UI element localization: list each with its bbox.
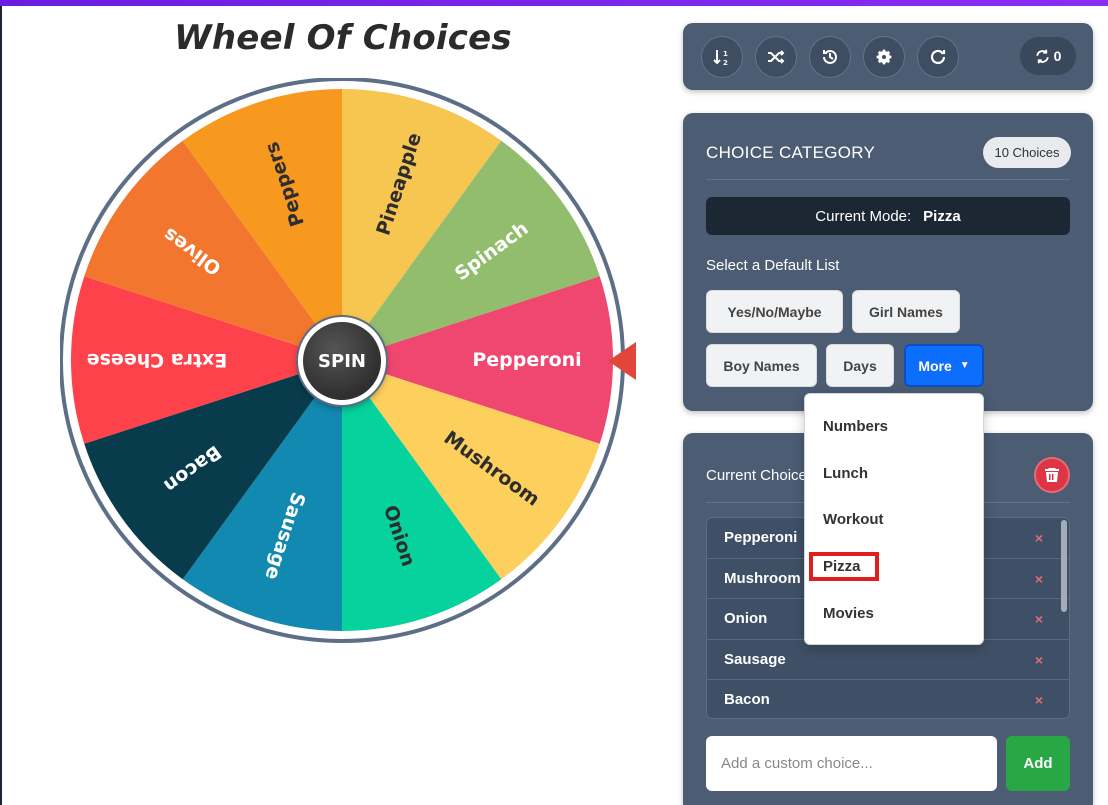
list-item: Bacon × [707, 680, 1069, 718]
toolbar-panel: 1 2 0 [683, 23, 1093, 90]
list-button-boy-names[interactable]: Boy Names [706, 344, 817, 387]
spin-button[interactable]: SPIN [298, 317, 386, 405]
sort-button[interactable]: 1 2 [701, 36, 743, 78]
page-title: Wheel Of Choices [174, 18, 512, 58]
spin-counter: 0 [1020, 37, 1076, 75]
choice-label: Onion [724, 610, 768, 628]
settings-button[interactable] [863, 36, 905, 78]
dropdown-item-lunch[interactable]: Lunch [823, 465, 868, 482]
dropdown-item-pizza[interactable]: Pizza [823, 558, 861, 575]
history-icon [823, 49, 837, 64]
dropdown-item-workout[interactable]: Workout [823, 511, 884, 528]
category-title: CHOICE CATEGORY [706, 143, 876, 162]
remove-choice-button[interactable]: × [1035, 611, 1043, 627]
choices-count-badge: 10 Choices [983, 137, 1071, 168]
caret-down-icon: ▼ [959, 360, 970, 371]
list-button-days[interactable]: Days [826, 344, 894, 387]
current-mode-bar: Current Mode: Pizza [706, 197, 1070, 235]
remove-choice-button[interactable]: × [1035, 530, 1043, 546]
list-button-girl-names[interactable]: Girl Names [852, 290, 960, 333]
clear-all-button[interactable] [1034, 457, 1070, 493]
history-button[interactable] [809, 36, 851, 78]
mode-value: Pizza [923, 207, 961, 225]
redo-icon [930, 49, 946, 65]
category-divider [706, 179, 1070, 180]
refresh-icon [1035, 49, 1049, 63]
current-choices-title: Current Choices [706, 467, 815, 484]
remove-choice-button[interactable]: × [1035, 652, 1043, 668]
more-label: More [918, 357, 952, 374]
choice-label: Mushroom [724, 569, 801, 587]
custom-choice-input[interactable] [706, 736, 997, 791]
svg-text:1: 1 [723, 50, 728, 58]
wheel-segment-label: Pepperoni [472, 349, 581, 371]
list-item: Sausage × [707, 640, 1069, 680]
remove-choice-button[interactable]: × [1035, 692, 1043, 708]
svg-text:2: 2 [723, 59, 728, 67]
top-accent-bar [0, 0, 1108, 6]
trash-icon [1045, 468, 1059, 482]
sort-numeric-icon: 1 2 [713, 50, 728, 67]
more-dropdown-menu: Numbers Lunch Workout Pizza Movies [804, 393, 984, 645]
mode-label: Current Mode: [815, 207, 912, 225]
spin-count: 0 [1053, 48, 1062, 64]
reset-button[interactable] [917, 36, 959, 78]
choice-label: Sausage [724, 650, 786, 668]
wheel-pointer [608, 342, 636, 380]
more-dropdown-button[interactable]: More ▼ [904, 344, 984, 387]
gear-icon [876, 49, 892, 65]
dropdown-item-movies[interactable]: Movies [823, 605, 874, 622]
shuffle-icon [768, 50, 785, 64]
left-edge [0, 6, 2, 805]
dropdown-item-numbers[interactable]: Numbers [823, 418, 888, 435]
list-button-yes-no-maybe[interactable]: Yes/No/Maybe [706, 290, 843, 333]
wheel-segment-label: Extra Cheese [87, 349, 228, 371]
choice-label: Pepperoni [724, 529, 798, 547]
choice-label: Bacon [724, 691, 770, 709]
shuffle-button[interactable] [755, 36, 797, 78]
choice-category-panel: CHOICE CATEGORY 10 Choices Current Mode:… [683, 113, 1093, 411]
select-default-list-label: Select a Default List [706, 257, 840, 274]
add-choice-button[interactable]: Add [1006, 736, 1070, 791]
list-scrollbar[interactable] [1061, 520, 1067, 612]
remove-choice-button[interactable]: × [1035, 571, 1043, 587]
